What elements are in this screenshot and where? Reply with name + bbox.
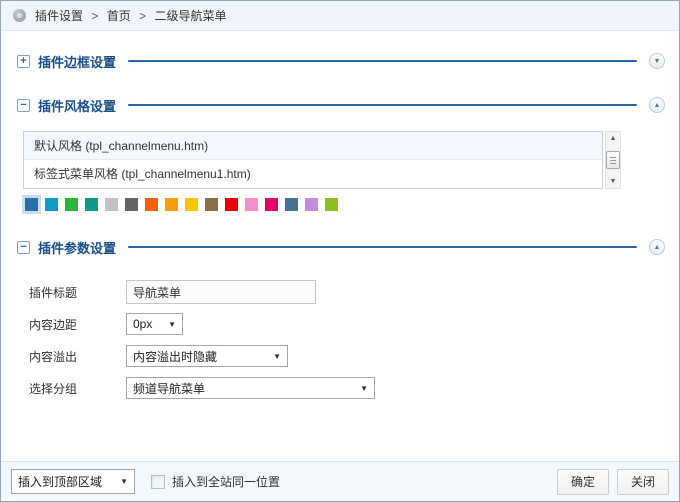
scrollbar-thumb[interactable] [606,151,620,169]
breadcrumb-icon [13,9,26,22]
select-value: 内容溢出时隐藏 [133,348,217,365]
select-value: 频道导航菜单 [133,380,205,397]
color-swatch[interactable] [65,198,78,211]
collapse-icon[interactable]: − [17,99,30,112]
plugin-settings-panel: 插件设置 > 首页 > 二级导航菜单 + 插件边框设置 ▼ − 插件风格设置 ▲… [0,0,680,502]
form-row-padding: 内容边距 0px ▼ [29,313,183,335]
color-swatch[interactable] [165,198,178,211]
color-swatch[interactable] [125,198,138,211]
color-swatch[interactable] [25,198,38,211]
breadcrumb-separator: > [139,9,146,23]
section-param-settings-header: − 插件参数设置 ▲ [17,239,665,255]
collapse-icon[interactable]: − [17,241,30,254]
scroll-up-icon[interactable]: ▲ [606,132,620,145]
breadcrumb-item-current: 二级导航菜单 [154,9,226,23]
field-label: 内容边距 [29,316,126,333]
list-item-tab-style[interactable]: 标签式菜单风格 (tpl_channelmenu1.htm) [24,160,602,188]
field-label: 插件标题 [29,284,126,301]
color-swatch[interactable] [305,198,318,211]
section-title: 插件参数设置 [38,238,116,257]
group-select[interactable]: 频道导航菜单 ▼ [126,377,375,399]
color-swatch[interactable] [245,198,258,211]
color-swatch[interactable] [325,198,338,211]
color-swatch[interactable] [45,198,58,211]
section-divider [128,104,637,106]
list-item-default-style[interactable]: 默认风格 (tpl_channelmenu.htm) [24,132,602,160]
color-swatch[interactable] [105,198,118,211]
color-swatch[interactable] [225,198,238,211]
scroll-down-icon[interactable]: ▼ [606,175,620,188]
insert-position-select[interactable]: 插入到顶部区域 ▼ [11,469,135,494]
list-scrollbar[interactable]: ▲ ▼ [605,131,621,189]
footer-bar: 插入到顶部区域 ▼ 插入到全站同一位置 确定 关闭 [1,461,679,501]
chevron-down-icon[interactable]: ▼ [649,53,665,69]
section-title: 插件边框设置 [38,52,116,71]
expand-icon[interactable]: + [17,55,30,68]
chevron-down-icon: ▼ [360,384,368,393]
color-swatch-row [25,198,338,211]
breadcrumb-separator: > [91,9,98,23]
select-value: 插入到顶部区域 [18,473,102,490]
chevron-down-icon: ▼ [273,352,281,361]
content-overflow-select[interactable]: 内容溢出时隐藏 ▼ [126,345,288,367]
breadcrumb-text: 插件设置 > 首页 > 二级导航菜单 [35,7,226,24]
color-swatch[interactable] [145,198,158,211]
field-label: 选择分组 [29,380,126,397]
chevron-down-icon: ▼ [120,477,128,486]
same-position-checkbox[interactable] [151,475,165,489]
form-row-title: 插件标题 [29,280,316,304]
section-divider [128,60,637,62]
chevron-up-icon[interactable]: ▲ [649,239,665,255]
color-swatch[interactable] [285,198,298,211]
form-row-overflow: 内容溢出 内容溢出时隐藏 ▼ [29,345,288,367]
select-value: 0px [133,317,152,331]
section-style-settings-header: − 插件风格设置 ▲ [17,97,665,113]
breadcrumb-item-home: 首页 [107,9,131,23]
color-swatch[interactable] [205,198,218,211]
template-style-list: 默认风格 (tpl_channelmenu.htm) 标签式菜单风格 (tpl_… [23,131,603,189]
confirm-button[interactable]: 确定 [557,469,609,495]
section-divider [128,246,637,248]
close-button[interactable]: 关闭 [617,469,669,495]
field-label: 内容溢出 [29,348,126,365]
section-border-settings-header: + 插件边框设置 ▼ [17,53,665,69]
section-title: 插件风格设置 [38,96,116,115]
color-swatch[interactable] [85,198,98,211]
checkbox-label: 插入到全站同一位置 [172,473,280,490]
form-row-group: 选择分组 频道导航菜单 ▼ [29,377,375,399]
chevron-up-icon[interactable]: ▲ [649,97,665,113]
content-padding-select[interactable]: 0px ▼ [126,313,183,335]
color-swatch[interactable] [265,198,278,211]
chevron-down-icon: ▼ [168,320,176,329]
breadcrumb: 插件设置 > 首页 > 二级导航菜单 [1,1,679,31]
breadcrumb-item-plugin-settings: 插件设置 [35,9,83,23]
plugin-title-input[interactable] [126,280,316,304]
color-swatch[interactable] [185,198,198,211]
